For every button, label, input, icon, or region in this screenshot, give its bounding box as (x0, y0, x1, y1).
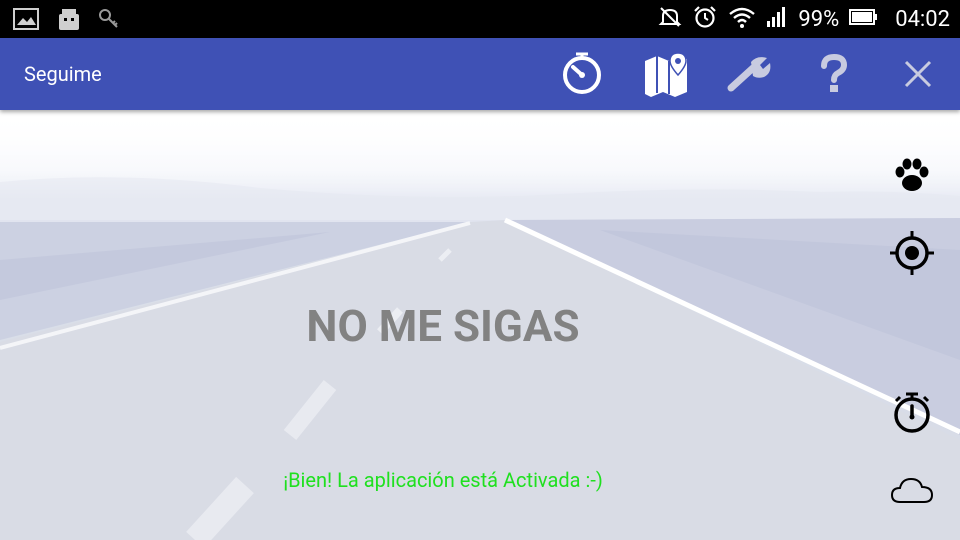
app-bar: Seguime (0, 38, 960, 110)
activation-message: ¡Bien! La aplicación está Activada :-) (283, 468, 603, 492)
timer-icon (560, 52, 604, 96)
locate-button[interactable] (888, 231, 936, 279)
alarm-icon (692, 4, 718, 34)
cloud-button[interactable] (888, 468, 936, 516)
clock-time: 04:02 (895, 6, 950, 32)
app-title: Seguime (24, 62, 102, 86)
cloud-icon (890, 474, 934, 510)
android-notification-icon (56, 6, 82, 36)
help-icon (819, 54, 849, 94)
mute-icon (658, 5, 682, 33)
key-notification-icon (98, 8, 120, 34)
main-content: NO ME SIGAS ¡Bien! La aplicación está Ac… (0, 110, 960, 540)
status-bar: 99% 04:02 (0, 0, 960, 38)
signal-icon (766, 5, 788, 33)
tracking-status-label: NO ME SIGAS (306, 300, 580, 352)
settings-wrench-icon (727, 54, 773, 94)
paw-icon (892, 156, 932, 200)
battery-percent: 99% (798, 6, 840, 32)
battery-icon (849, 7, 879, 31)
close-icon (903, 59, 933, 89)
stopwatch-button[interactable] (888, 390, 936, 438)
crosshair-icon (888, 229, 936, 281)
map-button[interactable] (624, 38, 708, 110)
close-button[interactable] (876, 38, 960, 110)
timer-button[interactable] (540, 38, 624, 110)
help-button[interactable] (792, 38, 876, 110)
stopwatch-icon (891, 390, 933, 438)
map-icon (642, 51, 690, 97)
paw-button[interactable] (888, 154, 936, 202)
image-notification-icon (12, 7, 40, 35)
settings-button[interactable] (708, 38, 792, 110)
wifi-icon (728, 5, 756, 33)
